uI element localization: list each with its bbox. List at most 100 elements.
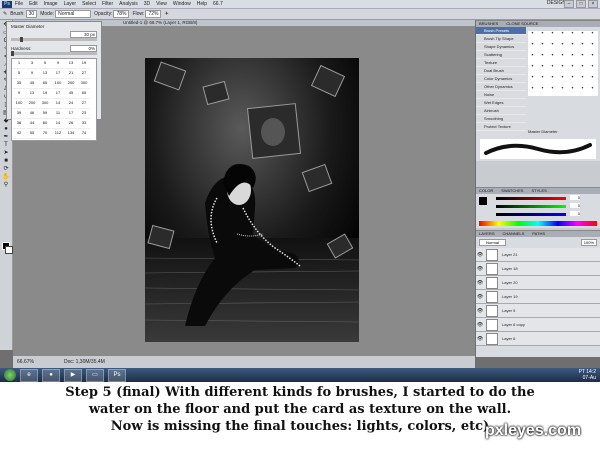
green-slider[interactable] <box>496 205 566 208</box>
brush-setting-item[interactable]: Texture <box>476 59 526 67</box>
layer-row[interactable]: 👁 Layer 20 <box>476 276 600 290</box>
brush-preset[interactable]: 19 <box>39 90 51 99</box>
brush-tip-thumb[interactable]: ✦ <box>588 75 597 85</box>
master-diameter-field[interactable]: 30 px <box>70 30 97 38</box>
brush-tip-thumb[interactable]: ✦ <box>568 42 577 52</box>
brush-setting-item[interactable]: Dual Brush <box>476 67 526 75</box>
brush-tip-thumb[interactable]: ✦ <box>558 64 567 74</box>
brush-tip-thumb[interactable]: ✦ <box>578 86 587 96</box>
layer-opacity-field[interactable]: 100% <box>580 239 597 246</box>
brush-preset[interactable]: 42 <box>13 130 25 139</box>
zoom-field[interactable]: 66.67% <box>17 359 34 365</box>
brush-tip-thumb[interactable]: ✦ <box>538 53 547 63</box>
brush-tip-thumb[interactable]: ✦ <box>538 64 547 74</box>
mode-select[interactable]: Normal <box>55 10 92 18</box>
brush-preset[interactable]: 27 <box>78 70 90 79</box>
menu-filter[interactable]: Filter <box>102 1 113 7</box>
brush-tip-thumb[interactable]: ✦ <box>548 31 557 41</box>
brush-tip-thumb[interactable]: ✦ <box>528 64 537 74</box>
master-diameter-slider[interactable] <box>11 37 97 42</box>
brush-preset[interactable]: 46 <box>26 110 38 119</box>
layer-row[interactable]: 👁 Layer 18 <box>476 262 600 276</box>
layer-row[interactable]: 👁 Layer 5 <box>476 304 600 318</box>
brush-tip-thumb[interactable]: ✦ <box>588 86 597 96</box>
menu-3d[interactable]: 3D <box>144 1 150 7</box>
tab-color[interactable]: COLOR <box>479 188 493 194</box>
3d-rotate-tool-icon[interactable]: ⟳ <box>2 166 10 172</box>
brush-tool-icon[interactable]: ✎ <box>3 11 7 17</box>
hardness-slider[interactable] <box>11 51 97 56</box>
brush-tip-thumb[interactable]: ✦ <box>528 86 537 96</box>
brush-preset[interactable]: 24 <box>65 100 77 109</box>
brush-tip-thumb[interactable]: ✦ <box>568 31 577 41</box>
eye-icon[interactable]: 👁 <box>476 252 484 258</box>
brush-preset[interactable]: 74 <box>78 130 90 139</box>
dodge-tool-icon[interactable]: ● <box>2 126 10 132</box>
opacity-field[interactable]: 78% <box>113 10 130 18</box>
brush-preset[interactable]: 13 <box>39 70 51 79</box>
photoshop-taskbar-icon[interactable]: Ps <box>108 368 126 382</box>
brush-preset[interactable]: 9 <box>13 90 25 99</box>
brush-preset[interactable]: 59 <box>39 110 51 119</box>
layer-row[interactable]: 👁 Layer 19 <box>476 290 600 304</box>
brush-preset[interactable]: 11 <box>52 110 64 119</box>
tab-styles[interactable]: STYLES <box>531 188 546 194</box>
brush-preset[interactable]: 14 <box>52 100 64 109</box>
tab-clone-source[interactable]: CLONE SOURCE <box>506 21 538 27</box>
brush-preset[interactable]: 3 <box>26 60 38 69</box>
brush-tip-thumb[interactable]: ✦ <box>538 86 547 96</box>
brush-preset[interactable]: 300 <box>78 80 90 89</box>
brush-preset[interactable]: 17 <box>65 110 77 119</box>
eye-icon[interactable]: 👁 <box>476 280 484 286</box>
brush-preset[interactable]: 13 <box>65 60 77 69</box>
blue-slider[interactable] <box>496 213 566 216</box>
tab-layers[interactable]: LAYERS <box>479 231 495 237</box>
hand-tool-icon[interactable]: ✋ <box>2 174 10 180</box>
brush-preset[interactable]: 70 <box>39 130 51 139</box>
brush-tip-thumb[interactable]: ✦ <box>558 31 567 41</box>
tab-channels[interactable]: CHANNELS <box>503 231 525 237</box>
layer-row[interactable]: 👁 Layer 21 <box>476 248 600 262</box>
brush-preset[interactable]: 23 <box>78 110 90 119</box>
brush-tip-thumb[interactable]: ✦ <box>568 75 577 85</box>
brush-setting-item[interactable]: Shape Dynamics <box>476 43 526 51</box>
color-ramp[interactable] <box>479 221 597 226</box>
menu-layer[interactable]: Layer <box>64 1 77 7</box>
brush-tip-thumb[interactable]: ✦ <box>588 53 597 63</box>
brush-tip-thumb[interactable]: ✦ <box>558 53 567 63</box>
brush-tip-thumb[interactable]: ✦ <box>538 75 547 85</box>
ie-taskbar-icon[interactable]: e <box>20 368 38 382</box>
menu-view[interactable]: View <box>156 1 167 7</box>
brush-preset[interactable]: 45 <box>65 90 77 99</box>
eye-icon[interactable]: 👁 <box>476 308 484 314</box>
brush-preset[interactable]: 36 <box>13 120 25 129</box>
tab-swatches[interactable]: SWATCHES <box>501 188 523 194</box>
start-button[interactable] <box>4 369 16 381</box>
brush-tip-thumb[interactable]: ✦ <box>528 75 537 85</box>
brush-preset[interactable]: 300 <box>39 100 51 109</box>
brush-preset[interactable]: 14 <box>52 120 64 129</box>
brush-preset[interactable]: 200 <box>26 100 38 109</box>
brush-tip-thumb[interactable]: ✦ <box>558 75 567 85</box>
eye-icon[interactable]: 👁 <box>476 322 484 328</box>
menu-image[interactable]: Image <box>44 1 58 7</box>
menu-help[interactable]: Help <box>197 1 207 7</box>
brush-tip-thumb[interactable]: ✦ <box>578 31 587 41</box>
firefox-taskbar-icon[interactable]: ● <box>42 368 60 382</box>
brush-tip-thumb[interactable]: ✦ <box>578 42 587 52</box>
brush-preset[interactable]: 33 <box>78 120 90 129</box>
pen-tool-icon[interactable]: ✒ <box>2 134 10 140</box>
foreground-color-swatch[interactable] <box>479 197 487 205</box>
zoom-readout[interactable]: 66.7 <box>213 1 223 7</box>
brush-preset[interactable]: 13 <box>26 90 38 99</box>
brush-setting-item[interactable]: Scattering <box>476 51 526 59</box>
media-taskbar-icon[interactable]: ▶ <box>64 368 82 382</box>
brush-tip-thumb[interactable]: ✦ <box>548 86 557 96</box>
brush-preset[interactable]: 100 <box>52 80 64 89</box>
airbrush-icon[interactable]: ✈ <box>164 11 168 17</box>
blend-mode-select[interactable]: Normal <box>479 239 506 246</box>
brush-tip-thumb[interactable]: ✦ <box>578 53 587 63</box>
brush-setting-item[interactable]: Protect Texture <box>476 123 526 131</box>
brush-preset[interactable]: 9 <box>26 70 38 79</box>
brush-tip-thumb[interactable]: ✦ <box>558 86 567 96</box>
